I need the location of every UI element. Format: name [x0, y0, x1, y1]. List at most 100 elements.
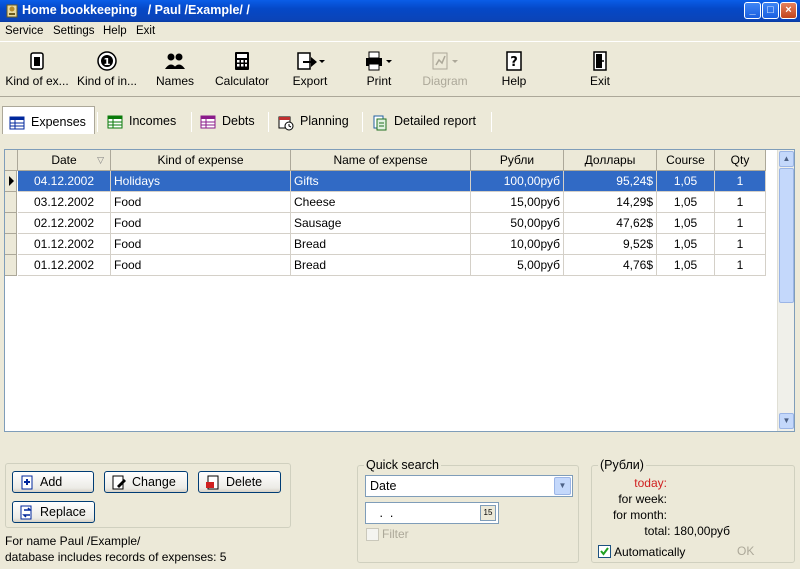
cell-rubles[interactable]: 5,00руб: [471, 255, 564, 276]
row-indicator[interactable]: [5, 192, 17, 213]
cell-name[interactable]: Bread: [291, 234, 471, 255]
tab-detailed-report[interactable]: Detailed report: [366, 108, 490, 134]
cell-name[interactable]: Cheese: [291, 192, 471, 213]
minimize-button[interactable]: _: [744, 2, 761, 19]
delete-button[interactable]: Delete: [198, 471, 281, 493]
cell-date[interactable]: 02.12.2002: [18, 213, 111, 234]
kind-of-income-button[interactable]: 1 Kind of in...: [72, 42, 142, 96]
search-field-select[interactable]: Date ▼: [365, 475, 573, 497]
wallet-icon: [30, 52, 44, 70]
diagram-icon: [432, 52, 458, 70]
close-button[interactable]: ×: [780, 2, 797, 19]
cell-date[interactable]: 01.12.2002: [18, 234, 111, 255]
search-date-input[interactable]: . . 15: [365, 502, 499, 524]
table-purple-icon: [200, 115, 216, 129]
cell-qty[interactable]: 1: [715, 213, 766, 234]
row-indicator[interactable]: [5, 171, 17, 192]
cell-qty[interactable]: 1: [715, 192, 766, 213]
cell-dollars[interactable]: 14,29$: [564, 192, 657, 213]
svg-text:1: 1: [104, 57, 111, 68]
change-button[interactable]: Change: [104, 471, 188, 493]
filter-checkbox[interactable]: [366, 528, 379, 541]
calculator-button[interactable]: Calculator: [210, 42, 274, 96]
cell-course[interactable]: 1,05: [657, 213, 715, 234]
row-indicator[interactable]: [5, 255, 17, 276]
cell-kind[interactable]: Food: [111, 234, 291, 255]
scroll-up-icon[interactable]: ▲: [779, 151, 794, 167]
column-header-rubles[interactable]: Рубли: [471, 150, 564, 171]
title-bar: Home bookkeeping / Paul /Example/ / _ □ …: [0, 0, 800, 22]
row-indicator[interactable]: [5, 213, 17, 234]
cell-date[interactable]: 04.12.2002: [18, 171, 111, 192]
column-header-kind[interactable]: Kind of expense: [111, 150, 291, 171]
menu-service[interactable]: Service: [5, 25, 43, 37]
tab-separator: [268, 112, 269, 132]
print-button[interactable]: Print: [355, 42, 403, 96]
scroll-down-icon[interactable]: ▼: [779, 413, 794, 429]
cell-dollars[interactable]: 4,76$: [564, 255, 657, 276]
maximize-button[interactable]: □: [762, 2, 779, 19]
report-icon: [373, 115, 387, 131]
cell-name[interactable]: Bread: [291, 255, 471, 276]
export-button[interactable]: Export: [285, 42, 335, 96]
quick-search-title: Quick search: [364, 458, 441, 472]
cell-kind[interactable]: Holidays: [111, 171, 291, 192]
cell-dollars[interactable]: 9,52$: [564, 234, 657, 255]
cell-date[interactable]: 01.12.2002: [18, 255, 111, 276]
cell-rubles[interactable]: 50,00руб: [471, 213, 564, 234]
tab-separator: [97, 112, 98, 132]
cell-date[interactable]: 03.12.2002: [18, 192, 111, 213]
kind-of-expense-button[interactable]: Kind of ex...: [2, 42, 72, 96]
cell-kind[interactable]: Food: [111, 255, 291, 276]
names-button[interactable]: Names: [148, 42, 202, 96]
menu-settings[interactable]: Settings: [53, 25, 95, 37]
vertical-scrollbar[interactable]: ▲ ▼: [777, 150, 794, 431]
column-header-dollars[interactable]: Доллары: [564, 150, 657, 171]
scroll-thumb[interactable]: [779, 168, 794, 303]
chevron-down-icon[interactable]: ▼: [554, 477, 571, 495]
menu-help[interactable]: Help: [103, 25, 127, 37]
row-indicator[interactable]: [5, 234, 17, 255]
column-header-date[interactable]: Date ▽: [18, 150, 111, 171]
cell-dollars[interactable]: 47,62$: [564, 213, 657, 234]
cell-qty[interactable]: 1: [715, 234, 766, 255]
cell-name[interactable]: Gifts: [291, 171, 471, 192]
cell-qty[interactable]: 1: [715, 255, 766, 276]
edit-doc-icon: [112, 475, 126, 490]
cell-rubles[interactable]: 10,00руб: [471, 234, 564, 255]
diagram-button[interactable]: Diagram: [416, 42, 474, 96]
cell-course[interactable]: 1,05: [657, 234, 715, 255]
menu-bar: Service Settings Help Exit: [0, 22, 800, 41]
tab-separator: [191, 112, 192, 132]
replace-button[interactable]: Replace: [12, 501, 95, 523]
column-header-name[interactable]: Name of expense: [291, 150, 471, 171]
calendar-clock-icon: [278, 116, 294, 131]
cell-rubles[interactable]: 100,00руб: [471, 171, 564, 192]
cell-rubles[interactable]: 15,00руб: [471, 192, 564, 213]
cell-course[interactable]: 1,05: [657, 171, 715, 192]
expenses-table[interactable]: Date ▽ Kind of expense Name of expense Ру…: [4, 149, 795, 432]
cell-qty[interactable]: 1: [715, 171, 766, 192]
column-header-qty[interactable]: Qty: [715, 150, 766, 171]
automatically-checkbox[interactable]: [598, 545, 611, 558]
tab-debts[interactable]: Debts: [194, 108, 266, 134]
cell-kind[interactable]: Food: [111, 192, 291, 213]
window-title: Home bookkeeping / Paul /Example/ /: [22, 3, 250, 17]
calendar-icon[interactable]: 15: [480, 505, 496, 521]
menu-exit[interactable]: Exit: [136, 25, 155, 37]
current-row-arrow-icon: [9, 176, 14, 186]
add-button[interactable]: Add: [12, 471, 94, 493]
column-header-course[interactable]: Course: [657, 150, 715, 171]
tab-incomes[interactable]: Incomes: [101, 108, 189, 134]
row-indicator-header: [5, 150, 18, 171]
exit-button[interactable]: Exit: [583, 42, 617, 96]
cell-course[interactable]: 1,05: [657, 255, 715, 276]
cell-course[interactable]: 1,05: [657, 192, 715, 213]
help-button[interactable]: ? Help: [495, 42, 533, 96]
cell-name[interactable]: Sausage: [291, 213, 471, 234]
tab-expenses[interactable]: Expenses: [2, 106, 95, 134]
tab-planning[interactable]: Planning: [272, 108, 360, 134]
cell-kind[interactable]: Food: [111, 213, 291, 234]
cell-dollars[interactable]: 95,24$: [564, 171, 657, 192]
ok-button[interactable]: OK: [737, 544, 754, 558]
